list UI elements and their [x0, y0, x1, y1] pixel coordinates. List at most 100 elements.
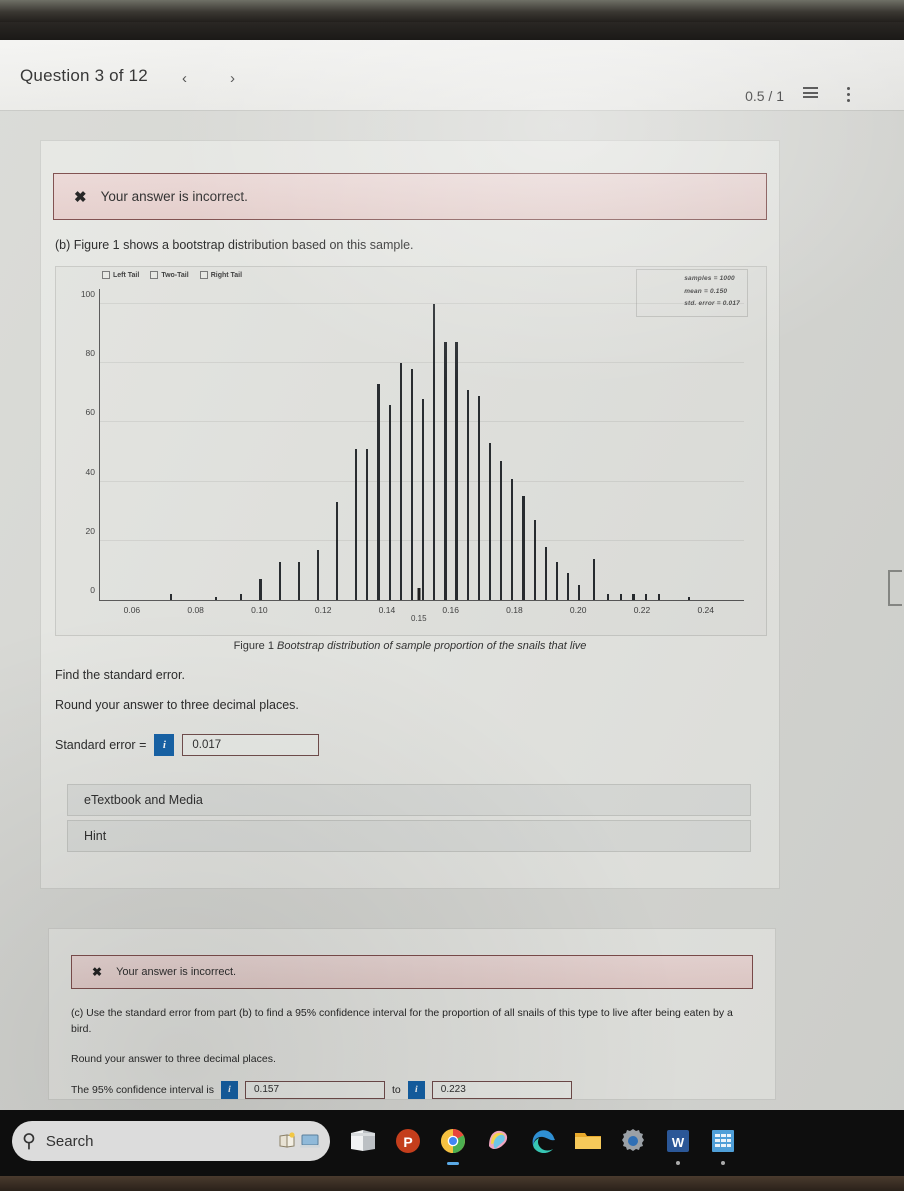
- standard-error-row: Standard error = i 0.017: [55, 734, 779, 756]
- histogram-bar: [645, 594, 648, 600]
- histogram-bar: [170, 594, 173, 600]
- ci-lower-input[interactable]: 0.157: [245, 1080, 385, 1099]
- page-edge-marker: [888, 570, 902, 606]
- histogram-bar: [399, 363, 402, 600]
- list-icon[interactable]: [803, 87, 818, 101]
- photos-icon[interactable]: [481, 1124, 515, 1158]
- search-icon: ⚲: [22, 1130, 36, 1152]
- part-b-instruction-2: Round your answer to three decimal place…: [55, 698, 299, 712]
- legend-item-right-tail[interactable]: Right Tail: [199, 271, 243, 279]
- legend-item-two-tail[interactable]: Two-Tail: [150, 271, 189, 279]
- histogram-bar: [657, 594, 661, 600]
- histogram-bar: [366, 448, 369, 600]
- histogram-bar: [410, 368, 414, 600]
- file-explorer-icon[interactable]: [346, 1124, 380, 1158]
- windows-taskbar: ⚲ Search P W: [0, 1110, 904, 1176]
- y-axis-tick: 40: [85, 466, 95, 477]
- left-tail-checkbox[interactable]: [102, 271, 110, 279]
- histogram-bar: [567, 573, 570, 600]
- excel-icon[interactable]: [706, 1124, 740, 1165]
- standard-error-input[interactable]: 0.017: [182, 734, 320, 756]
- word-icon[interactable]: W: [661, 1124, 695, 1165]
- histogram-bar: [466, 389, 469, 600]
- y-axis-tick: 60: [85, 407, 95, 418]
- more-options-icon[interactable]: [847, 87, 850, 105]
- histogram-bar: [240, 594, 243, 600]
- question-part-c-card: ✖ Your answer is incorrect. (c) Use the …: [48, 928, 776, 1100]
- svg-text:W: W: [672, 1135, 685, 1150]
- etextbook-and-media-button[interactable]: eTextbook and Media: [67, 784, 751, 816]
- active-indicator: [447, 1162, 459, 1165]
- y-gridline: [100, 302, 744, 304]
- histogram-bar: [316, 549, 319, 600]
- header-divider: [0, 110, 904, 111]
- stat-samples: samples = 1000: [684, 275, 735, 282]
- figure-caption-text: Bootstrap distribution of sample proport…: [277, 640, 587, 652]
- score-display: 0.5 / 1: [745, 88, 784, 104]
- histogram-bar: [511, 478, 514, 600]
- histogram-bar: [606, 594, 610, 600]
- standard-error-label: Standard error =: [55, 738, 147, 752]
- part-c-instruction: Round your answer to three decimal place…: [71, 1052, 276, 1065]
- prev-question-button[interactable]: ‹: [182, 70, 187, 87]
- hint-button[interactable]: Hint: [67, 820, 751, 852]
- figure-caption: Figure 1 Bootstrap distribution of sampl…: [41, 640, 779, 652]
- x-axis-tick: 0.18: [506, 605, 523, 615]
- alert-message: Your answer is incorrect.: [100, 189, 248, 204]
- widgets-icon[interactable]: [278, 1132, 320, 1150]
- monitor-bezel-top-shadow: [0, 22, 904, 40]
- x-axis-tick: 0.20: [569, 605, 587, 615]
- search-placeholder: Search: [45, 1132, 94, 1150]
- y-axis-tick: 100: [80, 288, 95, 299]
- search-input[interactable]: ⚲ Search: [12, 1121, 330, 1161]
- confidence-interval-label: The 95% confidence interval is: [71, 1083, 214, 1096]
- x-axis-tick: 0.14: [378, 605, 396, 615]
- histogram-bar: [500, 460, 503, 600]
- mean-marker-label: 0.15: [411, 614, 427, 623]
- folder-icon[interactable]: [571, 1124, 605, 1158]
- legend-label: Two-Tail: [161, 271, 189, 279]
- histogram-bar: [355, 448, 358, 600]
- edge-icon[interactable]: [526, 1124, 560, 1158]
- x-axis-tick: 0.06: [123, 605, 141, 615]
- active-indicator: [676, 1161, 680, 1165]
- confidence-interval-row: The 95% confidence interval is i 0.157 t…: [71, 1080, 775, 1099]
- info-icon[interactable]: i: [221, 1080, 238, 1099]
- next-question-button[interactable]: ›: [230, 70, 235, 87]
- x-axis-tick: 0.10: [251, 605, 268, 615]
- x-axis-tick: 0.12: [314, 605, 332, 615]
- legend-item-left-tail[interactable]: Left Tail: [102, 271, 139, 279]
- screen-photo: Question 3 of 12 ‹ › 0.5 / 1 ✖ Your answ…: [0, 0, 904, 1191]
- histogram-bar: [688, 597, 691, 600]
- ci-upper-input[interactable]: 0.223: [431, 1080, 572, 1099]
- histogram-bar: [214, 597, 217, 600]
- histogram-bar: [592, 558, 595, 600]
- x-axis-tick: 0.22: [633, 605, 651, 615]
- two-tail-checkbox[interactable]: [150, 271, 159, 279]
- taskbar-icons: P W: [346, 1124, 740, 1165]
- incorrect-alert-b: ✖ Your answer is incorrect.: [53, 173, 767, 220]
- settings-icon[interactable]: [616, 1124, 650, 1158]
- info-icon[interactable]: i: [407, 1080, 425, 1099]
- legend-label: Right Tail: [210, 271, 243, 279]
- question-header: Question 3 of 12 ‹ › 0.5 / 1: [0, 40, 904, 110]
- histogram-bar: [555, 561, 559, 600]
- histogram-bar: [444, 342, 447, 600]
- histogram-bar: [533, 520, 536, 600]
- part-b-instruction-1: Find the standard error.: [55, 668, 185, 682]
- powerpoint-icon[interactable]: P: [391, 1124, 425, 1158]
- histogram-bar: [632, 594, 635, 600]
- x-axis-tick: 0.08: [187, 605, 204, 615]
- close-icon: ✖: [92, 965, 103, 979]
- histogram-bar: [477, 395, 480, 600]
- x-axis-tick: 0.24: [697, 605, 715, 615]
- y-axis-tick: 0: [90, 585, 95, 595]
- y-axis-tick: 80: [85, 348, 95, 359]
- right-tail-checkbox[interactable]: [199, 271, 208, 279]
- browser-viewport: Question 3 of 12 ‹ › 0.5 / 1 ✖ Your answ…: [0, 40, 904, 1110]
- histogram-bar: [422, 398, 425, 600]
- info-icon[interactable]: i: [154, 734, 175, 756]
- active-indicator: [721, 1161, 725, 1165]
- histogram-bar: [455, 342, 458, 600]
- chrome-icon[interactable]: [436, 1124, 470, 1165]
